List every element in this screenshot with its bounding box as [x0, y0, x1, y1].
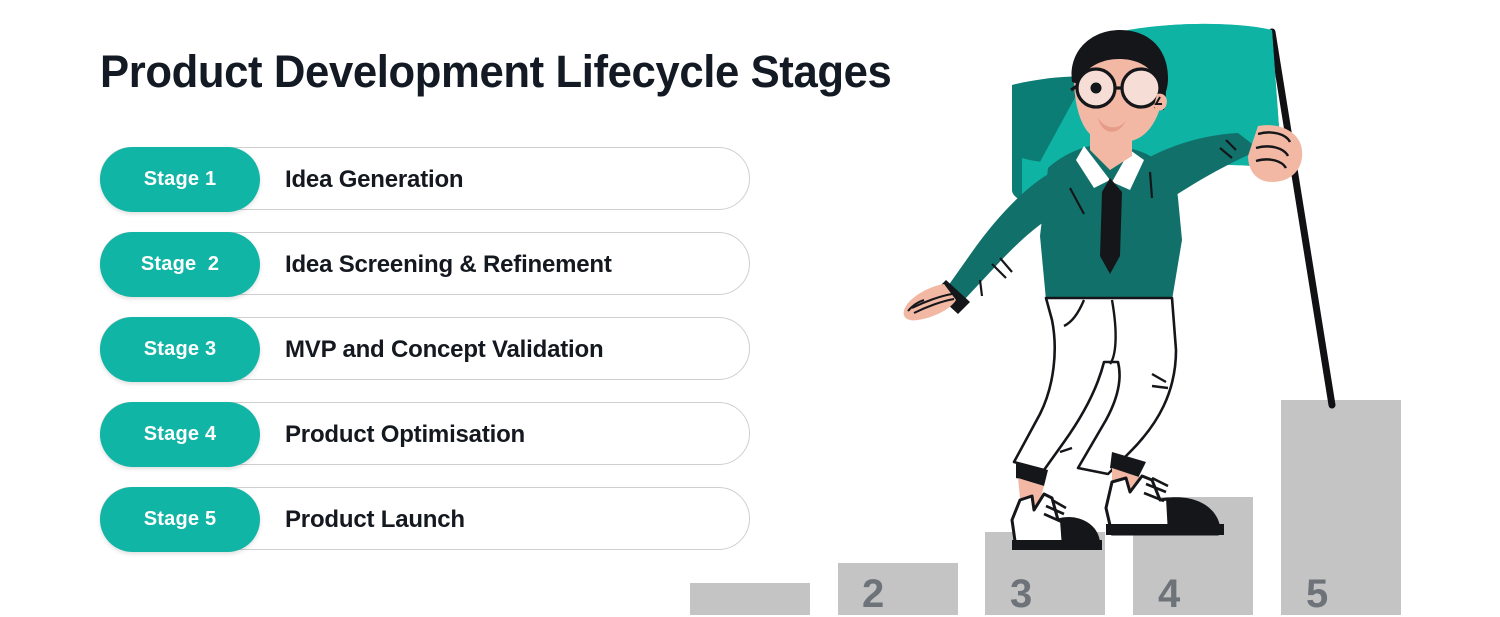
- step-number-2: 2: [862, 572, 885, 616]
- step-bar-1: [690, 583, 810, 615]
- infographic-canvas: Product Development Lifecycle Stages Sta…: [0, 0, 1500, 616]
- stage-badge-2[interactable]: Stage 2: [100, 232, 260, 297]
- illustration: 2 3 4 5: [660, 0, 1500, 616]
- stage-row[interactable]: Stage 3 MVP and Concept Validation: [100, 317, 752, 382]
- step-number-4: 4: [1158, 572, 1181, 616]
- stage-label-1: Idea Generation: [285, 165, 464, 193]
- step-number-5: 5: [1306, 572, 1329, 616]
- stage-label-5: Product Launch: [285, 505, 465, 533]
- stage-badge-4[interactable]: Stage 4: [100, 402, 260, 467]
- stage-badge-1[interactable]: Stage 1: [100, 147, 260, 212]
- stage-list: Stage 1 Idea Generation Stage 2 Idea Scr…: [100, 147, 752, 572]
- stage-row[interactable]: Stage 2 Idea Screening & Refinement: [100, 232, 752, 297]
- front-shoe-sole: [1106, 524, 1224, 535]
- step-bar-2: [838, 563, 958, 615]
- stage-badge-5[interactable]: Stage 5: [100, 487, 260, 552]
- trousers: [1012, 296, 1178, 476]
- stage-badge-3[interactable]: Stage 3: [100, 317, 260, 382]
- step-number-3: 3: [1010, 572, 1033, 616]
- stage-row[interactable]: Stage 1 Idea Generation: [100, 147, 752, 212]
- back-shoe: [1010, 462, 1102, 550]
- stage-row[interactable]: Stage 4 Product Optimisation: [100, 402, 752, 467]
- front-shoe: [1104, 452, 1224, 536]
- stage-row[interactable]: Stage 5 Product Launch: [100, 487, 752, 552]
- flag-pole: [1268, 28, 1336, 409]
- gripping-hand: [1248, 125, 1303, 182]
- step-bar-5: [1281, 400, 1401, 615]
- stage-label-4: Product Optimisation: [285, 420, 526, 448]
- back-shoe-sole: [1012, 540, 1102, 550]
- stage-label-2: Idea Screening & Refinement: [285, 250, 612, 278]
- stage-label-3: MVP and Concept Validation: [285, 335, 604, 363]
